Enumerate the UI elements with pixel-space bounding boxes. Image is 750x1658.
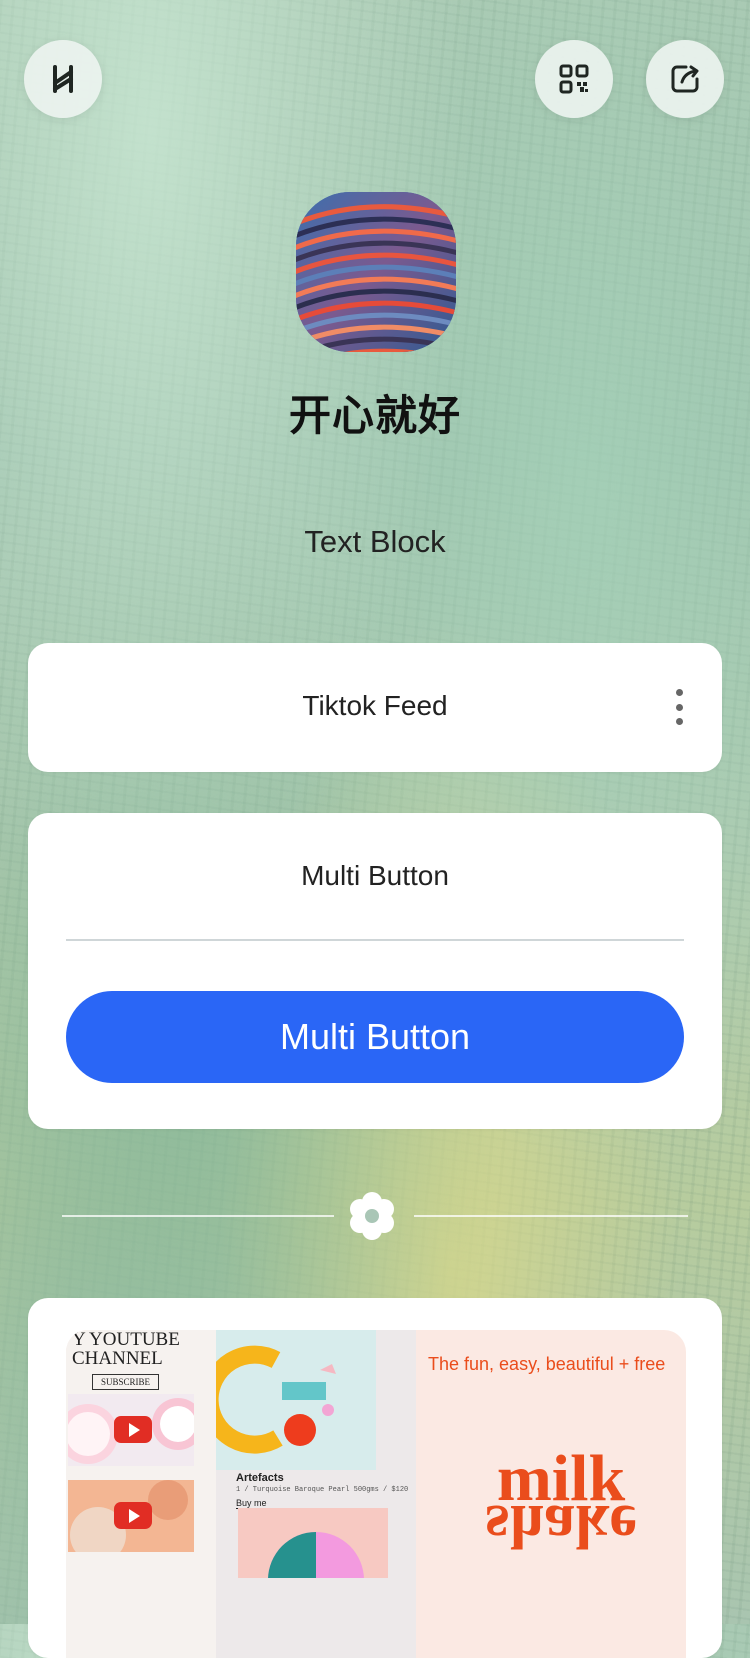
youtube-play-icon [114, 1502, 152, 1529]
share-icon [671, 65, 699, 93]
milkshake-logo-bottom: shake [485, 1492, 637, 1560]
multi-button-card: Multi Button Multi Button [28, 813, 722, 1129]
section-divider [28, 1190, 722, 1242]
more-vertical-icon[interactable] [672, 689, 686, 725]
artefacts-title: Artefacts [236, 1472, 284, 1484]
share-button[interactable] [646, 40, 724, 118]
artefacts-meta: 1 / Turquoise Baroque Pearl 500gms / $12… [236, 1486, 409, 1494]
qr-code-icon [559, 64, 589, 94]
youtube-subscribe-label: SUBSCRIBE [92, 1374, 160, 1390]
youtube-thumbnail [68, 1480, 194, 1552]
multi-button-title: Multi Button [301, 860, 449, 891]
card-divider [66, 939, 684, 941]
avatar [296, 192, 456, 352]
artefacts-template-preview: Artefacts 1 / Turquoise Baroque Pearl 50… [200, 1330, 416, 1658]
qr-code-button[interactable] [535, 40, 613, 118]
tiktok-feed-title: Tiktok Feed [302, 690, 448, 721]
avatar-image [296, 192, 456, 352]
profile-name: 开心就好 [288, 392, 461, 439]
divider-line-left [62, 1215, 334, 1217]
divider-line-right [414, 1215, 688, 1217]
linktree-logo-icon [53, 65, 73, 93]
text-block: Text Block [304, 524, 446, 559]
tiktok-feed-card[interactable]: Tiktok Feed [28, 643, 722, 772]
youtube-play-icon [114, 1416, 152, 1443]
linktree-logo-button[interactable] [24, 40, 102, 118]
flower-icon [350, 1192, 394, 1240]
milkshake-logo: milk shake [485, 1442, 637, 1560]
media-preview-image: Y YOUTUBE CHANNEL SUBSCRIBE Artefacts 1 … [66, 1330, 686, 1658]
artefacts-bottom-art [238, 1508, 388, 1578]
artefacts-artwork [200, 1330, 376, 1470]
milkshake-tagline: The fun, easy, beautiful + free [428, 1354, 666, 1374]
multi-button[interactable]: Multi Button [66, 991, 684, 1083]
youtube-template-title: Y YOUTUBE CHANNEL [72, 1330, 180, 1369]
youtube-thumbnail [68, 1394, 194, 1466]
youtube-template-preview: Y YOUTUBE CHANNEL SUBSCRIBE [66, 1330, 216, 1658]
media-preview-card[interactable]: Y YOUTUBE CHANNEL SUBSCRIBE Artefacts 1 … [28, 1298, 722, 1658]
